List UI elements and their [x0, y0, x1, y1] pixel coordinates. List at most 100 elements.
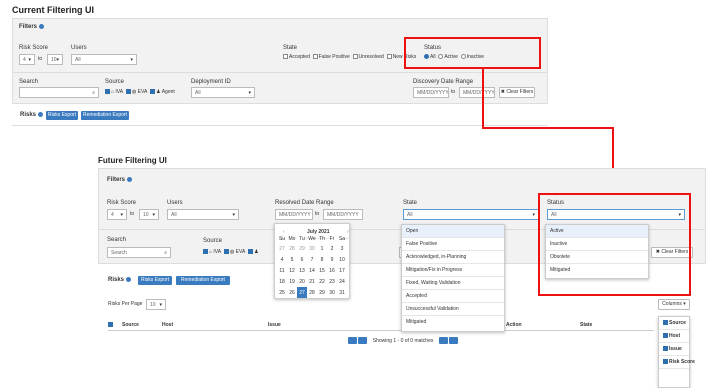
- calendar-day[interactable]: 9: [327, 254, 337, 265]
- calendar-day[interactable]: 25: [277, 287, 287, 298]
- calendar-day[interactable]: 7: [307, 254, 317, 265]
- current-users-select[interactable]: All ▾: [71, 54, 137, 65]
- col-action[interactable]: Action: [506, 322, 522, 328]
- col-source[interactable]: Source: [122, 322, 139, 328]
- calendar-day[interactable]: 14: [307, 265, 317, 276]
- calendar-day[interactable]: 20: [297, 276, 307, 287]
- calendar-day[interactable]: 6: [297, 254, 307, 265]
- state-checkbox-false-positive[interactable]: False Positive: [312, 54, 350, 60]
- calendar-day[interactable]: 16: [327, 265, 337, 276]
- future-risk-min-select[interactable]: 4 ▾: [107, 209, 127, 220]
- current-search-input[interactable]: ⌕: [19, 87, 99, 98]
- state-option[interactable]: Accepted: [402, 290, 504, 303]
- risks-per-page-select[interactable]: 10 ▾: [146, 299, 166, 310]
- state-option[interactable]: Mitigation/Fix in Progress: [402, 264, 504, 277]
- columns-button[interactable]: Columns ▾: [658, 299, 690, 310]
- checkbox[interactable]: [203, 249, 208, 255]
- column-option-risk-score[interactable]: Risk Score: [659, 356, 695, 369]
- state-option[interactable]: Mitigated: [402, 316, 504, 329]
- calendar-day[interactable]: 5: [287, 254, 297, 265]
- current-remediation-export-button[interactable]: Remediation Export: [81, 111, 129, 120]
- checkbox[interactable]: [248, 249, 254, 255]
- col-host[interactable]: Host: [162, 322, 173, 328]
- checkbox[interactable]: [663, 320, 668, 326]
- checkbox[interactable]: [663, 333, 668, 339]
- future-risks-export-button[interactable]: Risks Export: [138, 276, 172, 285]
- checkbox[interactable]: [352, 54, 358, 60]
- calendar-day[interactable]: 27: [277, 243, 287, 254]
- column-option-source[interactable]: Source: [659, 317, 689, 330]
- current-date-to[interactable]: MM/DD/YYYY: [459, 87, 495, 98]
- future-risk-max-select[interactable]: 10 ▾: [139, 209, 159, 220]
- current-risks-export-button[interactable]: Risks Export: [46, 111, 78, 120]
- current-date-from[interactable]: MM/DD/YYYY: [413, 87, 449, 98]
- source-checkbox-agent[interactable]: ♟: [248, 249, 259, 255]
- future-state-select[interactable]: All ▾: [403, 209, 539, 220]
- calendar-day[interactable]: 4: [277, 254, 287, 265]
- calendar-day[interactable]: 26: [287, 287, 297, 298]
- calendar-day[interactable]: 12: [287, 265, 297, 276]
- prev-page-button[interactable]: [358, 337, 368, 344]
- source-checkbox-eva[interactable]: ◍ EVA: [223, 249, 245, 255]
- current-deployment-select[interactable]: All ▾: [191, 87, 255, 98]
- state-option[interactable]: False Positive: [402, 238, 504, 251]
- state-option[interactable]: Unsuccessful Validation: [402, 303, 504, 316]
- calendar-day[interactable]: 23: [327, 276, 337, 287]
- last-page-button[interactable]: [449, 337, 459, 344]
- checkbox[interactable]: [663, 359, 668, 365]
- checkbox[interactable]: [150, 89, 156, 95]
- source-checkbox-agent[interactable]: ♟ Agent: [150, 89, 175, 95]
- calendar-day[interactable]: 29: [317, 287, 327, 298]
- current-clear-filters-button[interactable]: ✖ Clear Filters: [499, 87, 535, 98]
- calendar-day[interactable]: 19: [287, 276, 297, 287]
- calendar-day[interactable]: 22: [317, 276, 327, 287]
- calendar-day[interactable]: 30: [327, 287, 337, 298]
- checkbox[interactable]: [663, 346, 668, 352]
- calendar-day[interactable]: 15: [317, 265, 327, 276]
- checkbox[interactable]: [105, 89, 110, 95]
- calendar-day[interactable]: 17: [337, 265, 347, 276]
- checkbox[interactable]: [223, 249, 229, 255]
- checkbox[interactable]: [312, 54, 318, 60]
- source-checkbox-iva[interactable]: ⌂ IVA: [105, 89, 123, 95]
- future-remediation-export-button[interactable]: Remediation Export: [176, 276, 230, 285]
- state-checkbox-unresolved[interactable]: Unresolved: [352, 54, 384, 60]
- first-page-button[interactable]: [348, 337, 357, 344]
- calendar-day[interactable]: 10: [337, 254, 347, 265]
- checkbox[interactable]: [125, 89, 131, 95]
- calendar-day[interactable]: 13: [297, 265, 307, 276]
- calendar-day[interactable]: 3: [337, 243, 347, 254]
- calendar-day[interactable]: 27: [297, 287, 307, 298]
- checkbox[interactable]: [283, 54, 288, 60]
- column-option-host[interactable]: Host: [659, 330, 689, 343]
- source-checkbox-eva[interactable]: ◍ EVA: [125, 89, 147, 95]
- select-all-checkbox[interactable]: [108, 322, 113, 328]
- state-checkbox-accepted[interactable]: Accepted: [283, 54, 310, 60]
- source-checkbox-iva[interactable]: ⌂ IVA: [203, 249, 221, 255]
- calendar-day[interactable]: 2: [327, 243, 337, 254]
- future-date-from[interactable]: MM/DD/YYYY: [275, 209, 313, 220]
- calendar-day[interactable]: 1: [317, 243, 327, 254]
- col-issue[interactable]: Issue: [268, 322, 281, 328]
- calendar-day[interactable]: 24: [337, 276, 347, 287]
- state-option[interactable]: Acknowledged, in-Planning: [402, 251, 504, 264]
- future-search-input[interactable]: Search ⌕: [107, 247, 171, 258]
- future-users-select[interactable]: All ▾: [167, 209, 239, 220]
- calendar-day[interactable]: 31: [337, 287, 347, 298]
- state-option[interactable]: Fixed, Waiting Validation: [402, 277, 504, 290]
- current-risk-max-select[interactable]: 10 ▾: [47, 54, 63, 65]
- state-option[interactable]: Open: [402, 225, 504, 238]
- calendar-day[interactable]: 30: [307, 243, 317, 254]
- current-risk-min-select[interactable]: 4 ▾: [19, 54, 35, 65]
- calendar-day[interactable]: 8: [317, 254, 327, 265]
- future-date-to[interactable]: MM/DD/YYYY: [323, 209, 363, 220]
- calendar-day[interactable]: 28: [287, 243, 297, 254]
- calendar-day[interactable]: 29: [297, 243, 307, 254]
- column-option-issue[interactable]: Issue: [659, 343, 689, 356]
- next-page-button[interactable]: [438, 337, 448, 344]
- calendar-day[interactable]: 11: [277, 265, 287, 276]
- calendar-day[interactable]: 18: [277, 276, 287, 287]
- calendar-day[interactable]: 21: [307, 276, 317, 287]
- calendar-day[interactable]: 28: [307, 287, 317, 298]
- checkbox[interactable]: [386, 54, 392, 60]
